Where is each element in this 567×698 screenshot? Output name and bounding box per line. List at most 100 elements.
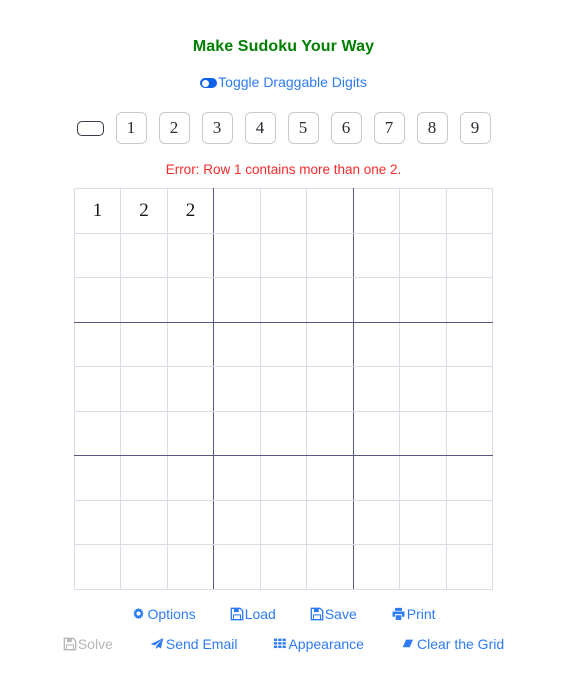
sudoku-cell[interactable]: [352, 277, 401, 323]
sudoku-cell[interactable]: [73, 410, 122, 456]
sudoku-cell[interactable]: [166, 410, 215, 456]
sudoku-cell[interactable]: [166, 455, 215, 501]
sudoku-cell[interactable]: [306, 544, 354, 590]
sudoku-cell[interactable]: [213, 232, 261, 278]
sudoku-cell[interactable]: [213, 410, 261, 456]
sudoku-cell[interactable]: [399, 232, 447, 278]
digit-button-9[interactable]: 9: [459, 112, 491, 144]
sudoku-cell[interactable]: [259, 410, 308, 456]
sudoku-cell[interactable]: [73, 544, 122, 590]
sudoku-cell[interactable]: [213, 455, 261, 501]
sudoku-cell[interactable]: [306, 499, 354, 545]
sudoku-cell[interactable]: [120, 321, 168, 367]
appearance-button[interactable]: Appearance: [273, 637, 364, 651]
sudoku-cell[interactable]: [259, 188, 308, 234]
sudoku-cell[interactable]: [352, 321, 401, 367]
sudoku-cell[interactable]: [166, 544, 215, 590]
sudoku-cell[interactable]: 1: [73, 188, 122, 234]
sudoku-cell[interactable]: [120, 410, 168, 456]
sudoku-cell[interactable]: [120, 277, 168, 323]
clear-the-grid-button[interactable]: Clear the Grid: [400, 637, 504, 651]
digit-button-5[interactable]: 5: [287, 112, 319, 144]
sudoku-cell[interactable]: [445, 232, 494, 278]
send-email-button[interactable]: Send Email: [149, 637, 237, 651]
sudoku-cell[interactable]: [445, 277, 494, 323]
sudoku-cell[interactable]: [352, 499, 401, 545]
sudoku-cell[interactable]: [399, 499, 447, 545]
sudoku-cell[interactable]: [213, 321, 261, 367]
sudoku-cell[interactable]: [399, 277, 447, 323]
digit-button-8[interactable]: 8: [416, 112, 448, 144]
digit-button-1[interactable]: 1: [115, 112, 147, 144]
sudoku-cell[interactable]: [306, 455, 354, 501]
blank-cell-icon[interactable]: [76, 120, 104, 136]
sudoku-cell[interactable]: [213, 188, 261, 234]
save-button[interactable]: Save: [310, 607, 357, 621]
sudoku-cell[interactable]: [352, 544, 401, 590]
sudoku-cell[interactable]: [445, 188, 494, 234]
toggle-draggable-digits-link[interactable]: Toggle Draggable Digits: [200, 74, 367, 90]
sudoku-cell[interactable]: [352, 455, 401, 501]
sudoku-cell[interactable]: [120, 232, 168, 278]
options-button[interactable]: Options: [131, 607, 196, 622]
sudoku-cell[interactable]: [213, 499, 261, 545]
digit-button-3[interactable]: 3: [201, 112, 233, 144]
sudoku-cell[interactable]: [306, 321, 354, 367]
sudoku-cell[interactable]: [73, 321, 122, 367]
sudoku-cell[interactable]: [306, 410, 354, 456]
sudoku-cell[interactable]: [120, 366, 168, 412]
sudoku-cell[interactable]: [120, 455, 168, 501]
sudoku-cell[interactable]: [445, 321, 494, 367]
sudoku-cell[interactable]: 2: [120, 188, 168, 234]
toggle-switch-icon[interactable]: [200, 78, 218, 88]
sudoku-grid[interactable]: 122: [73, 188, 494, 590]
sudoku-cell[interactable]: [352, 232, 401, 278]
sudoku-cell[interactable]: [352, 366, 401, 412]
digit-button-4[interactable]: 4: [244, 112, 276, 144]
print-button[interactable]: Print: [391, 607, 436, 621]
sudoku-cell[interactable]: [352, 410, 401, 456]
sudoku-cell[interactable]: [259, 277, 308, 323]
sudoku-cell[interactable]: [399, 544, 447, 590]
sudoku-cell[interactable]: 2: [166, 188, 215, 234]
sudoku-cell[interactable]: [166, 232, 215, 278]
sudoku-cell[interactable]: [213, 277, 261, 323]
sudoku-cell[interactable]: [166, 321, 215, 367]
sudoku-cell[interactable]: [445, 544, 494, 590]
sudoku-cell[interactable]: [120, 499, 168, 545]
sudoku-cell[interactable]: [399, 410, 447, 456]
sudoku-cell[interactable]: [445, 499, 494, 545]
sudoku-cell[interactable]: [352, 188, 401, 234]
sudoku-cell[interactable]: [213, 366, 261, 412]
load-button[interactable]: Load: [230, 607, 276, 621]
sudoku-cell[interactable]: [399, 455, 447, 501]
sudoku-cell[interactable]: [399, 366, 447, 412]
sudoku-cell[interactable]: [306, 366, 354, 412]
sudoku-cell[interactable]: [73, 455, 122, 501]
sudoku-cell[interactable]: [259, 366, 308, 412]
sudoku-cell[interactable]: [213, 544, 261, 590]
digit-button-2[interactable]: 2: [158, 112, 190, 144]
digit-button-6[interactable]: 6: [330, 112, 362, 144]
sudoku-cell[interactable]: [306, 277, 354, 323]
sudoku-cell[interactable]: [73, 366, 122, 412]
sudoku-cell[interactable]: [399, 188, 447, 234]
sudoku-cell[interactable]: [445, 410, 494, 456]
sudoku-cell[interactable]: [166, 366, 215, 412]
sudoku-cell[interactable]: [259, 321, 308, 367]
sudoku-cell[interactable]: [73, 232, 122, 278]
digit-button-7[interactable]: 7: [373, 112, 405, 144]
sudoku-cell[interactable]: [73, 499, 122, 545]
sudoku-cell[interactable]: [306, 232, 354, 278]
sudoku-cell[interactable]: [445, 455, 494, 501]
sudoku-cell[interactable]: [166, 277, 215, 323]
sudoku-cell[interactable]: [445, 366, 494, 412]
sudoku-cell[interactable]: [259, 499, 308, 545]
sudoku-cell[interactable]: [120, 544, 168, 590]
sudoku-cell[interactable]: [259, 232, 308, 278]
sudoku-cell[interactable]: [399, 321, 447, 367]
sudoku-cell[interactable]: [306, 188, 354, 234]
sudoku-cell[interactable]: [166, 499, 215, 545]
sudoku-cell[interactable]: [259, 455, 308, 501]
sudoku-cell[interactable]: [73, 277, 122, 323]
